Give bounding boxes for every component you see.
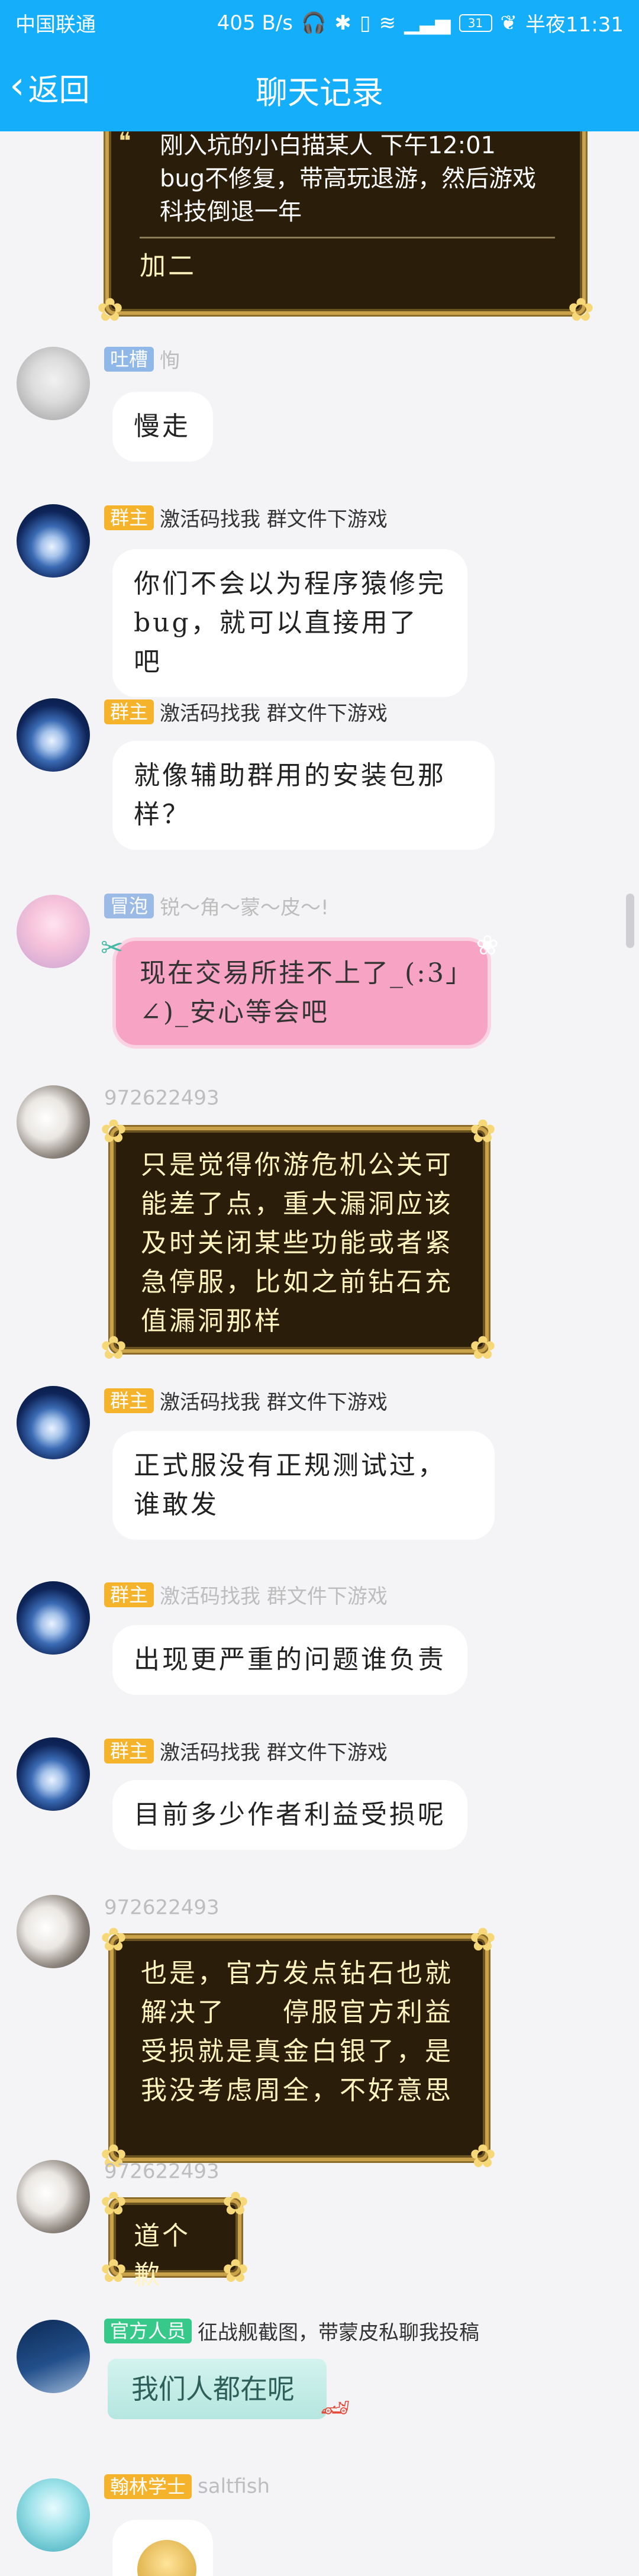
message-bubble[interactable]: 正式服没有正规测试过，谁敢发 (112, 1431, 495, 1540)
message-bubble[interactable]: ✿ ✿ 道个歉 ✿ ✿ (100, 2186, 248, 2291)
message-bubble[interactable]: ✿ ✿ 只是觉得你游危机公关可能差了点，重大漏洞应该及时关闭某些功能或者紧急停服… (100, 1114, 496, 1366)
sender-name: 吐槽恂 (104, 344, 180, 373)
sender-name: 翰林学士 saltfish (104, 2474, 270, 2499)
message-text: 道个歉 (134, 2221, 191, 2290)
message-bubble[interactable]: ✂ 现在交易所挂不上了_(:3」∠)_安心等会吧 ❀ (101, 929, 499, 1049)
message-bubble[interactable]: 就像辅助群用的安装包那样？ (112, 741, 495, 850)
reply-text: 加二 (140, 251, 196, 281)
flower-corner-icon: ✿ (100, 1921, 130, 1958)
message-bubble[interactable]: ✿ ✿ 也是，官方发点钻石也就解决了 停服官方利益受损就是真金白银了，是我没考虑… (100, 1922, 496, 2174)
sender-name: 官方人员 征战舰截图，带蒙皮私聊我投稿 (104, 2316, 479, 2345)
headphone-icon: 🎧 (301, 11, 327, 35)
flower-corner-icon: ✿ (100, 2252, 130, 2290)
avatar[interactable] (17, 504, 90, 578)
title-badge: 官方人员 (104, 2318, 192, 2343)
flower-corner-icon: ✿ (469, 1113, 499, 1150)
message-bubble[interactable]: 你们不会以为程序猿修完bug，就可以直接用了吧 (112, 549, 467, 697)
message-text: 现在交易所挂不上了_(:3」∠)_安心等会吧 (140, 958, 460, 1027)
scrollbar[interactable] (626, 894, 634, 948)
sender-name: 群主 激活码找我 群文件下游戏 (104, 503, 388, 532)
message-bubble[interactable]: 我们人都在呢 🏎 (108, 2359, 350, 2422)
sender-name: 群主 激活码找我 群文件下游戏 (104, 1736, 388, 1765)
avatar[interactable] (17, 895, 90, 968)
quote-divider (140, 237, 555, 238)
status-bar: 中国联通 405 B/s 🎧 ✱ ▯ ≋ ▁▃▅ 31 ❦ 半夜11:31 (0, 0, 639, 43)
quoted-body: bug不修复，带高玩退游，然后游戏科技倒退一年 (160, 165, 537, 225)
message-bubble[interactable]: 出现更严重的问题谁负责 (112, 1625, 467, 1695)
message-text: 也是，官方发点钻石也就解决了 停服官方利益受损就是真金白银了，是我没考虑周全，不… (141, 1958, 453, 2106)
message-text: 我们人都在呢 (131, 2373, 295, 2405)
quoted-header: 刚入坑的小白描某人 下午12:01 (160, 132, 496, 159)
title-badge: 群主 (104, 1738, 154, 1763)
chat-list[interactable]: ❝ 刚入坑的小白描某人 下午12:01 bug不修复，带高玩退游，然后游戏科技倒… (0, 131, 639, 2576)
flower-corner-icon: ✿ (469, 2137, 499, 2175)
flower-corner-icon: ✿ (222, 2185, 251, 2222)
quote-reply-bubble[interactable]: ❝ 刚入坑的小白描某人 下午12:01 bug不修复，带高玩退游，然后游戏科技倒… (96, 131, 595, 328)
title-badge: 翰林学士 (104, 2474, 192, 2499)
car-icon: 🏎 (320, 2394, 350, 2422)
flower-corner-icon: ✿ (100, 1329, 130, 1366)
flower-corner-icon: ✿ (567, 291, 595, 328)
sender-name: 冒泡 锐～角～蒙～皮～! (104, 891, 329, 920)
flower-corner-icon: ✿ (222, 2252, 251, 2290)
quote-mark-icon: ❝ (118, 131, 131, 155)
sender-name: 群主 激活码找我 群文件下游戏 (104, 1386, 388, 1415)
avatar[interactable] (17, 2478, 90, 2552)
title-badge: 群主 (104, 505, 154, 530)
signal-icon: ▁▃▅ (404, 11, 451, 35)
bunny-icon: ❀ (476, 929, 501, 961)
vibrate-icon: ▯ (359, 11, 371, 35)
flower-corner-icon: ✿ (100, 1113, 130, 1150)
avatar[interactable] (17, 1737, 90, 1811)
network-speed: 405 B/s (217, 11, 293, 35)
sender-name: 972622493 (104, 1895, 220, 1920)
avatar[interactable] (17, 2160, 90, 2233)
message-text: 只是觉得你游危机公关可能差了点，重大漏洞应该及时关闭某些功能或者紧急停服，比如之… (141, 1150, 453, 1336)
leaf-icon: ❦ (500, 11, 518, 35)
carrier-label: 中国联通 (15, 13, 96, 37)
sticker-message[interactable] (112, 2520, 213, 2576)
title-badge: 群主 (104, 1582, 154, 1607)
avatar[interactable] (17, 1581, 90, 1655)
avatar[interactable] (17, 2320, 90, 2393)
clock: 半夜11:31 (525, 13, 624, 37)
bluetooth-icon: ✱ (334, 11, 351, 35)
avatar[interactable] (17, 347, 90, 420)
sender-name: 群主 激活码找我 群文件下游戏 (104, 1580, 388, 1609)
title-badge: 群主 (104, 699, 154, 724)
avatar[interactable] (17, 698, 90, 772)
wifi-icon: ≋ (379, 11, 396, 35)
nav-bar: ‹ 返回 聊天记录 (0, 43, 639, 131)
message-bubble[interactable]: 目前多少作者利益受损呢 (112, 1780, 467, 1850)
title-badge: 吐槽 (104, 346, 154, 372)
flower-corner-icon: ✿ (100, 2185, 130, 2222)
flower-corner-icon: ✿ (469, 1921, 499, 1958)
flower-corner-icon: ✿ (96, 291, 124, 328)
avatar[interactable] (17, 1386, 90, 1459)
sender-name: 972622493 (104, 1086, 220, 1110)
title-badge: 群主 (104, 1388, 154, 1413)
battery-icon: 31 (459, 14, 492, 32)
bow-icon: ✂ (101, 931, 125, 963)
sticker-image (137, 2540, 196, 2576)
status-right: 405 B/s 🎧 ✱ ▯ ≋ ▁▃▅ 31 ❦ 半夜11:31 (217, 8, 624, 37)
flower-corner-icon: ✿ (469, 1329, 499, 1366)
avatar[interactable] (17, 1895, 90, 1968)
sender-name: 群主 激活码找我 群文件下游戏 (104, 697, 388, 726)
page-title: 聊天记录 (256, 74, 383, 111)
message-bubble[interactable]: 慢走 (112, 392, 213, 462)
title-badge: 冒泡 (104, 893, 154, 918)
avatar[interactable] (17, 1085, 90, 1159)
sender-name: 972622493 (104, 2159, 220, 2184)
